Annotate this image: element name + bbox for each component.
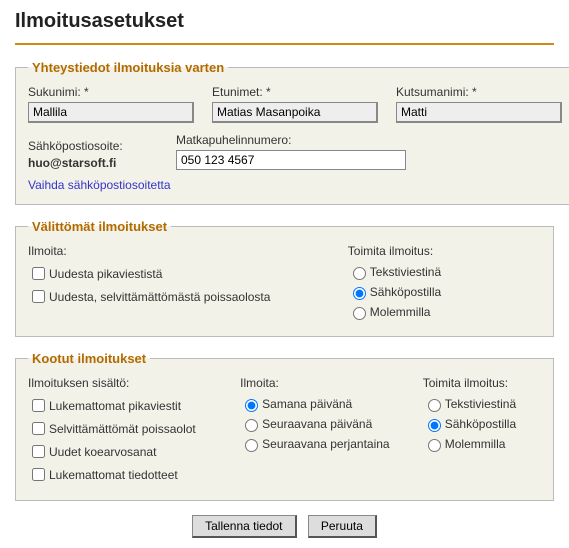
instant-delivery-label: Tekstiviestinä: [370, 265, 441, 279]
instant-notify-row: Uudesta, selvittämättömästä poissaolosta: [28, 287, 318, 306]
cancel-button[interactable]: Peruuta: [308, 515, 377, 538]
phone-input[interactable]: [176, 150, 406, 170]
aggregate-delivery-radio[interactable]: [428, 419, 441, 432]
instant-notify-label: Uudesta pikaviestistä: [49, 267, 162, 281]
aggregate-delivery-label: Sähköpostilla: [445, 417, 516, 431]
change-email-link[interactable]: Vaihda sähköpostiosoitetta: [28, 178, 171, 192]
aggregate-content-label: Lukemattomat tiedotteet: [49, 468, 178, 482]
aggregate-delivery-radio[interactable]: [428, 399, 441, 412]
instant-notify-row: Uudesta pikaviestistä: [28, 264, 318, 283]
aggregate-delivery-row: Tekstiviestinä: [423, 396, 541, 412]
instant-notify-checkbox[interactable]: [32, 290, 45, 303]
aggregate-content-checkbox[interactable]: [32, 422, 45, 435]
aggregate-delivery-label: Molemmilla: [445, 437, 506, 451]
aggregate-legend: Kootut ilmoitukset: [28, 351, 150, 366]
contact-fieldset: Yhteystiedot ilmoituksia varten Sukunimi…: [15, 60, 569, 205]
instant-notify-checkbox[interactable]: [32, 267, 45, 280]
page-title: Ilmoitusasetukset: [15, 10, 554, 33]
instant-notify-label: Uudesta, selvittämättömästä poissaolosta: [49, 290, 270, 304]
aggregate-when-row: Seuraavana perjantaina: [240, 436, 403, 452]
aggregate-deliver-header: Toimita ilmoitus:: [423, 376, 541, 390]
lastname-input[interactable]: [28, 102, 194, 123]
lastname-label: Sukunimi: *: [28, 85, 194, 99]
aggregate-delivery-radio[interactable]: [428, 439, 441, 452]
save-button[interactable]: Tallenna tiedot: [192, 515, 296, 538]
aggregate-content-checkbox[interactable]: [32, 445, 45, 458]
contact-legend: Yhteystiedot ilmoituksia varten: [28, 60, 228, 75]
divider: [15, 43, 554, 45]
instant-delivery-radio[interactable]: [353, 307, 366, 320]
aggregate-when-radio[interactable]: [245, 399, 258, 412]
aggregate-delivery-row: Sähköpostilla: [423, 416, 541, 432]
email-label: Sähköpostiosoite:: [28, 139, 158, 153]
aggregate-when-radio[interactable]: [245, 419, 258, 432]
aggregate-when-radio[interactable]: [245, 439, 258, 452]
aggregate-content-row: Lukemattomat pikaviestit: [28, 396, 220, 415]
instant-delivery-label: Molemmilla: [370, 305, 431, 319]
phone-label: Matkapuhelinnumero:: [176, 133, 406, 147]
instant-delivery-row: Tekstiviestinä: [348, 264, 541, 280]
aggregate-when-row: Seuraavana päivänä: [240, 416, 403, 432]
firstname-input[interactable]: [212, 102, 378, 123]
aggregate-when-label: Samana päivänä: [262, 397, 352, 411]
nickname-input[interactable]: [396, 102, 562, 123]
instant-notify-header: Ilmoita:: [28, 244, 318, 258]
aggregate-when-row: Samana päivänä: [240, 396, 403, 412]
instant-fieldset: Välittömät ilmoitukset Ilmoita: Uudesta …: [15, 219, 554, 337]
aggregate-content-row: Selvittämättömät poissaolot: [28, 419, 220, 438]
aggregate-content-label: Selvittämättömät poissaolot: [49, 422, 196, 436]
instant-delivery-radio[interactable]: [353, 267, 366, 280]
aggregate-content-checkbox[interactable]: [32, 468, 45, 481]
instant-legend: Välittömät ilmoitukset: [28, 219, 171, 234]
instant-deliver-header: Toimita ilmoitus:: [348, 244, 541, 258]
instant-delivery-radio[interactable]: [353, 287, 366, 300]
aggregate-delivery-label: Tekstiviestinä: [445, 397, 516, 411]
email-value: huo@starsoft.fi: [28, 156, 158, 170]
nickname-label: Kutsumanimi: *: [396, 85, 562, 99]
aggregate-content-row: Uudet koearvosanat: [28, 442, 220, 461]
aggregate-content-checkbox[interactable]: [32, 399, 45, 412]
aggregate-content-label: Lukemattomat pikaviestit: [49, 399, 181, 413]
aggregate-when-label: Seuraavana päivänä: [262, 417, 372, 431]
aggregate-fieldset: Kootut ilmoitukset Ilmoituksen sisältö: …: [15, 351, 554, 501]
aggregate-content-row: Lukemattomat tiedotteet: [28, 465, 220, 484]
aggregate-content-header: Ilmoituksen sisältö:: [28, 376, 220, 390]
instant-delivery-label: Sähköpostilla: [370, 285, 441, 299]
aggregate-delivery-row: Molemmilla: [423, 436, 541, 452]
aggregate-when-label: Seuraavana perjantaina: [262, 437, 389, 451]
firstname-label: Etunimet: *: [212, 85, 378, 99]
aggregate-notify-header: Ilmoita:: [240, 376, 403, 390]
instant-delivery-row: Molemmilla: [348, 304, 541, 320]
aggregate-content-label: Uudet koearvosanat: [49, 445, 156, 459]
instant-delivery-row: Sähköpostilla: [348, 284, 541, 300]
